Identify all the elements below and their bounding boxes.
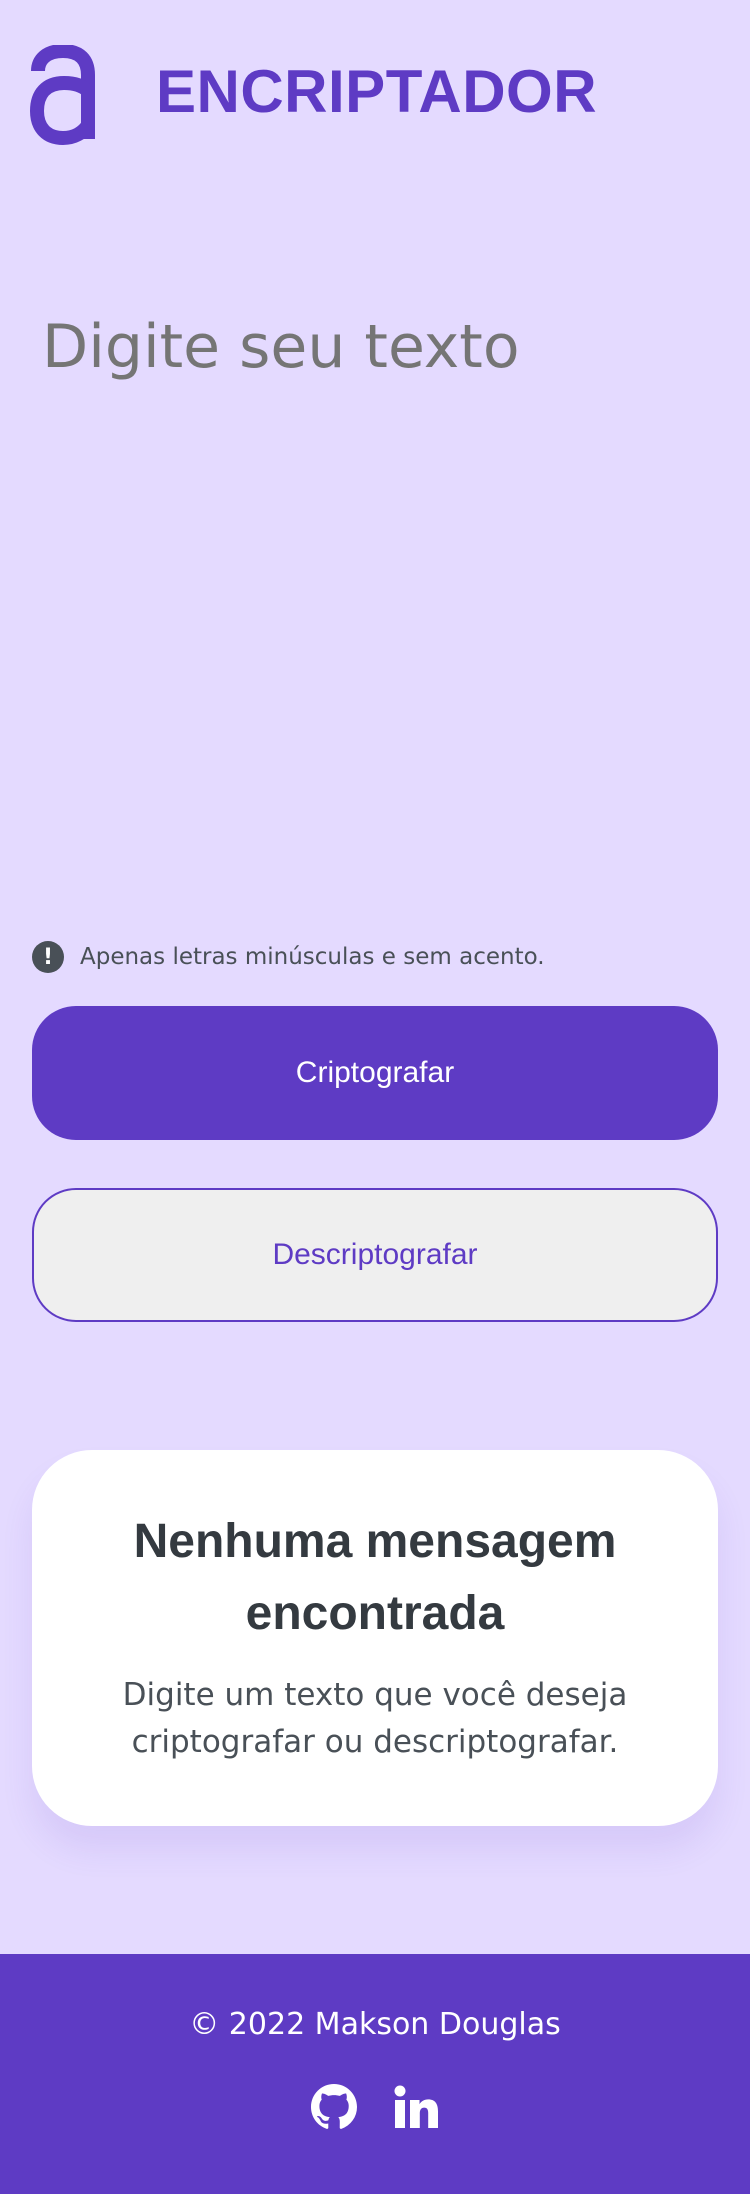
output-subtitle: Digite um texto que você deseja criptogr… <box>122 1677 628 1760</box>
header: ENCRIPTADOR <box>0 0 750 200</box>
github-icon[interactable] <box>311 2084 357 2130</box>
text-input[interactable] <box>30 300 720 900</box>
alura-a-logo-icon <box>30 45 95 145</box>
app-title: ENCRIPTADOR <box>156 58 598 125</box>
copyright-text: © 2022 Makson Douglas <box>189 2007 561 2042</box>
encrypt-button[interactable]: Criptografar <box>32 1006 718 1140</box>
exclamation-circle-icon: ! <box>32 941 64 973</box>
social-links <box>0 2084 750 2130</box>
linkedin-icon[interactable] <box>393 2084 439 2130</box>
decrypt-button[interactable]: Descriptografar <box>32 1188 718 1322</box>
output-card: Nenhuma mensagem encontrada Digite um te… <box>32 1450 718 1826</box>
output-title: Nenhuma mensagem encontrada <box>133 1515 617 1640</box>
footer: © 2022 Makson Douglas <box>0 1954 750 2194</box>
warning-message: ! Apenas letras minúsculas e sem acento. <box>32 940 545 974</box>
warning-text: Apenas letras minúsculas e sem acento. <box>80 944 545 970</box>
